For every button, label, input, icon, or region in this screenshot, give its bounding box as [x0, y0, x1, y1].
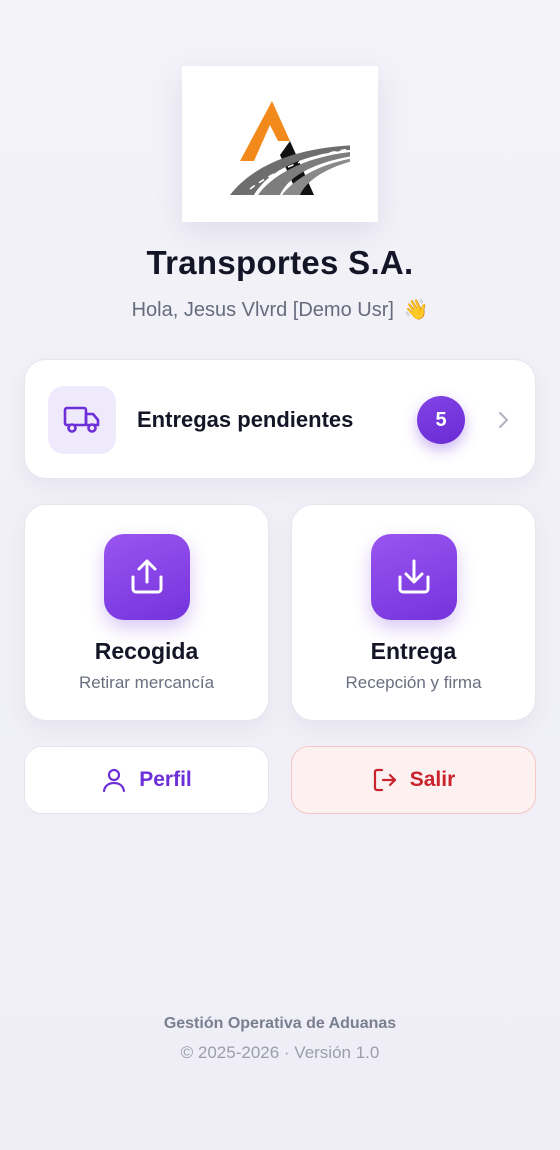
road-logo-icon: [230, 101, 350, 195]
company-logo: [182, 66, 378, 222]
upload-icon: [104, 534, 190, 620]
pickup-action-card[interactable]: Recogida Retirar mercancía: [24, 504, 269, 721]
logout-button[interactable]: Salir: [291, 746, 536, 814]
home-screen: Transportes S.A. Hola, Jesus Vlvrd [Demo…: [0, 0, 560, 1150]
chevron-right-icon: [498, 411, 509, 429]
download-icon: [371, 534, 457, 620]
pending-count-badge: 5: [417, 396, 465, 444]
pending-deliveries-card[interactable]: Entregas pendientes 5: [24, 359, 536, 479]
profile-button-label: Perfil: [139, 768, 192, 791]
delivery-subtitle: Recepción y firma: [345, 673, 482, 692]
pickup-title: Recogida: [94, 638, 199, 664]
logout-icon: [372, 767, 398, 793]
delivery-title: Entrega: [370, 638, 457, 664]
user-icon: [101, 767, 127, 793]
footer-copyright: © 2025-2026 · Versión 1.0: [180, 1043, 380, 1062]
truck-icon: [48, 386, 116, 454]
waving-hand-icon: 👋: [403, 299, 429, 321]
footer-app-name: Gestión Operativa de Aduanas: [163, 1015, 397, 1032]
pending-deliveries-label: Entregas pendientes: [137, 407, 354, 432]
logout-button-label: Salir: [409, 768, 456, 791]
delivery-action-card[interactable]: Entrega Recepción y firma: [291, 504, 536, 721]
profile-button[interactable]: Perfil: [24, 746, 269, 814]
company-name: Transportes S.A.: [146, 244, 414, 281]
greeting-label: Hola, Jesus Vlvrd [Demo Usr]: [131, 299, 394, 321]
greeting-text: Hola, Jesus Vlvrd [Demo Usr] 👋: [0, 297, 560, 322]
pickup-subtitle: Retirar mercancía: [78, 673, 215, 692]
